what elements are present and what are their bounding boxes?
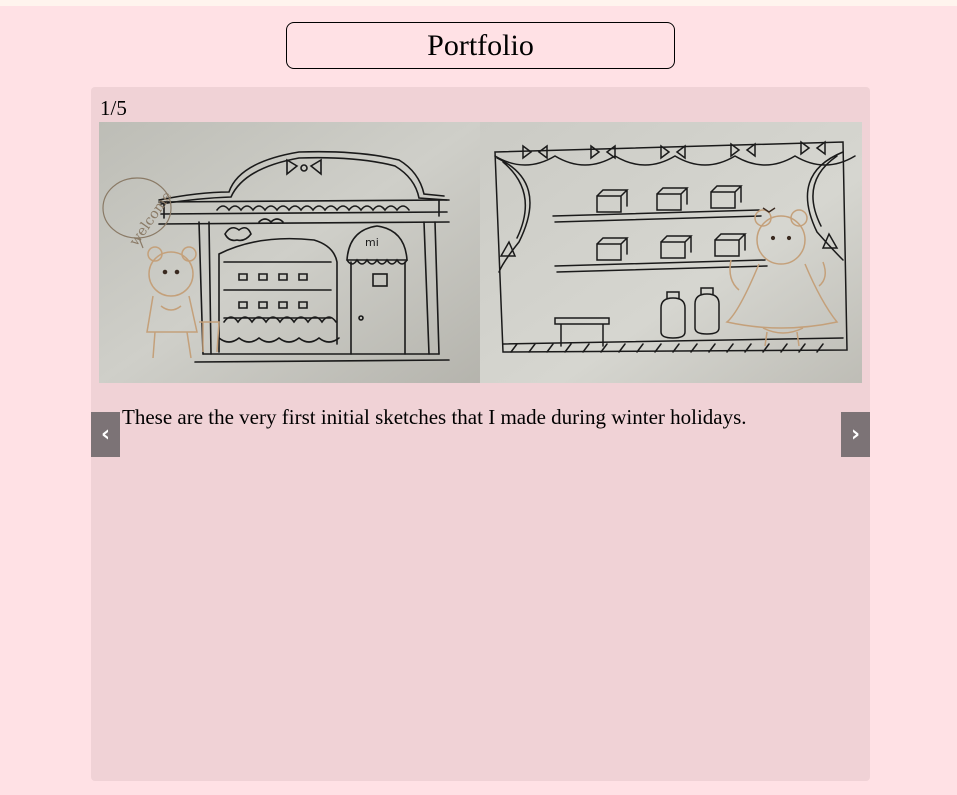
sketch-shop-interior: [480, 122, 862, 383]
page-title: Portfolio: [286, 22, 675, 69]
chevron-right-icon: ›: [850, 422, 861, 447]
chevron-left-icon: ‹: [100, 422, 111, 447]
prev-slide-button[interactable]: ‹: [91, 412, 120, 457]
sketch-shop-front: mi welcome: [99, 122, 480, 383]
slideshow: 1/5 mi welcome These are the very first …: [91, 87, 870, 781]
slide-caption: These are the very first initial sketche…: [122, 405, 747, 429]
slide-counter: 1/5: [100, 96, 127, 120]
top-strip: [0, 0, 957, 6]
slide-image: mi welcome: [99, 122, 862, 383]
next-slide-button[interactable]: ›: [841, 412, 870, 457]
svg-text:mi: mi: [365, 236, 379, 249]
